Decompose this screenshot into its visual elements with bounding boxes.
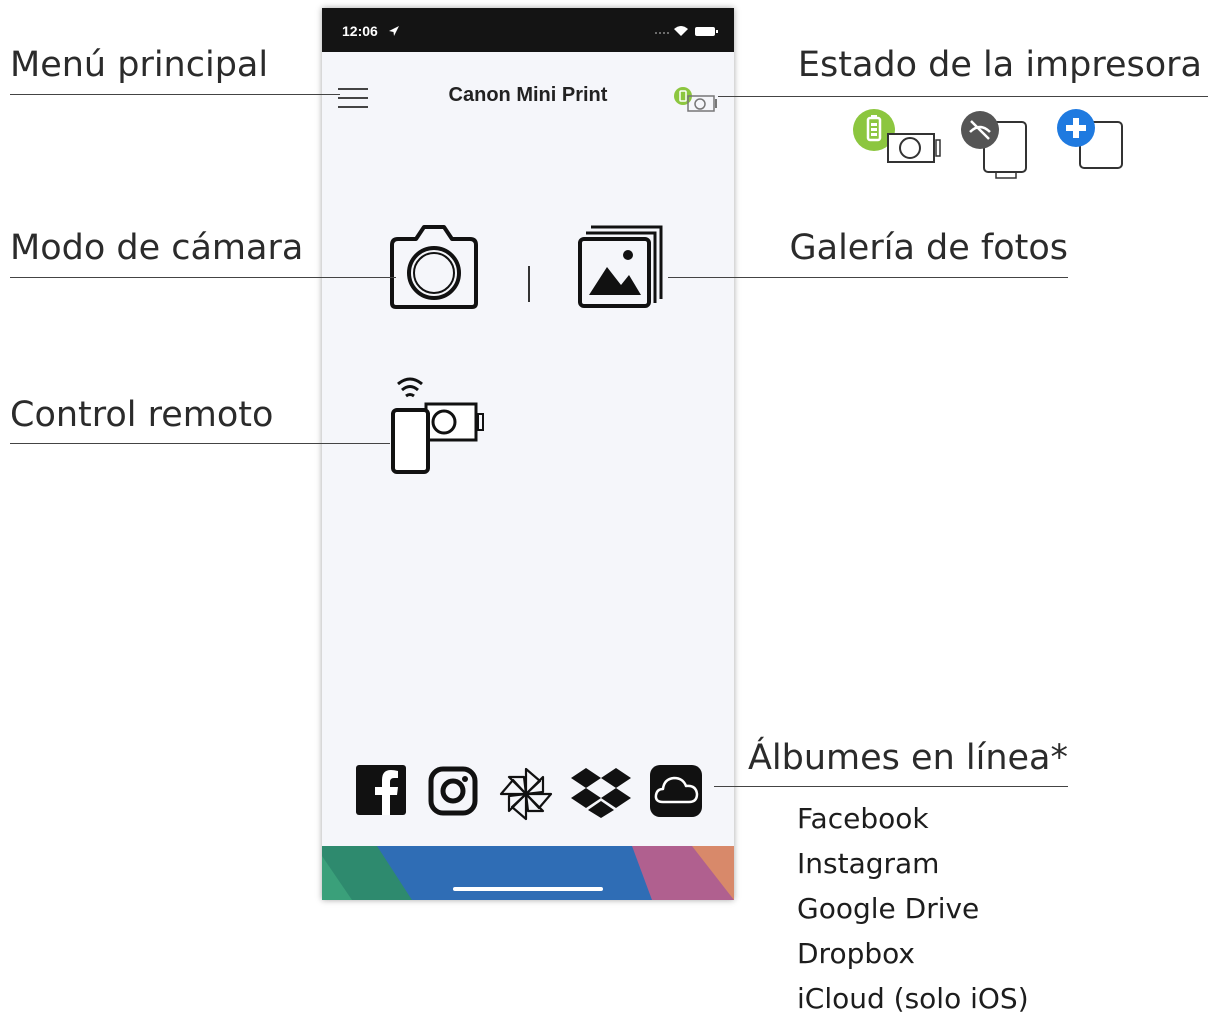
service-icloud: iCloud (solo iOS): [797, 982, 1029, 1015]
camera-mode-icon[interactable]: [386, 223, 482, 309]
printer-status-battery-icon: [853, 109, 941, 163]
online-albums-leader-line: [714, 786, 1068, 787]
service-google-drive: Google Drive: [797, 892, 980, 925]
facebook-icon[interactable]: [356, 765, 408, 817]
printer-status-leader-line: [718, 96, 1208, 97]
google-drive-pinwheel-icon[interactable]: [498, 766, 554, 822]
printer-status-icon[interactable]: [672, 85, 720, 115]
main-menu-leader-line: [10, 94, 340, 95]
status-time: 12:06: [342, 23, 378, 39]
main-menu-callout: Menú principal: [10, 45, 269, 85]
remote-control-leader-line: [10, 443, 390, 444]
photo-gallery-callout: Galería de fotos: [789, 228, 1069, 268]
status-icons: [655, 26, 718, 36]
wifi-icon: [674, 26, 688, 36]
home-indicator: [453, 887, 603, 891]
printer-status-add-printer-icon: [1057, 109, 1123, 169]
location-arrow-icon: [389, 26, 399, 36]
printer-status-disconnected-icon: [961, 111, 1027, 179]
icloud-icon[interactable]: [650, 765, 704, 819]
status-bar: 12:06: [322, 8, 734, 52]
dropbox-icon[interactable]: [570, 766, 634, 820]
phone-screen: 12:06 Canon Mini Print: [322, 8, 734, 900]
remote-control-callout: Control remoto: [10, 395, 274, 435]
printer-status-callout: Estado de la impresora: [797, 45, 1202, 85]
photo-gallery-icon[interactable]: [577, 223, 667, 309]
service-instagram: Instagram: [797, 847, 940, 880]
service-facebook: Facebook: [797, 802, 929, 835]
remote-control-icon[interactable]: [388, 374, 488, 476]
service-dropbox: Dropbox: [797, 937, 915, 970]
divider: [528, 266, 530, 302]
camera-mode-callout: Modo de cámara: [10, 228, 304, 268]
battery-icon: [695, 27, 715, 36]
instagram-icon[interactable]: [428, 766, 480, 818]
photo-gallery-leader-line: [668, 277, 1068, 278]
camera-mode-leader-line: [10, 277, 396, 278]
online-albums-callout: Álbumes en línea*: [747, 738, 1068, 778]
bottom-decorative-band: [322, 846, 734, 900]
